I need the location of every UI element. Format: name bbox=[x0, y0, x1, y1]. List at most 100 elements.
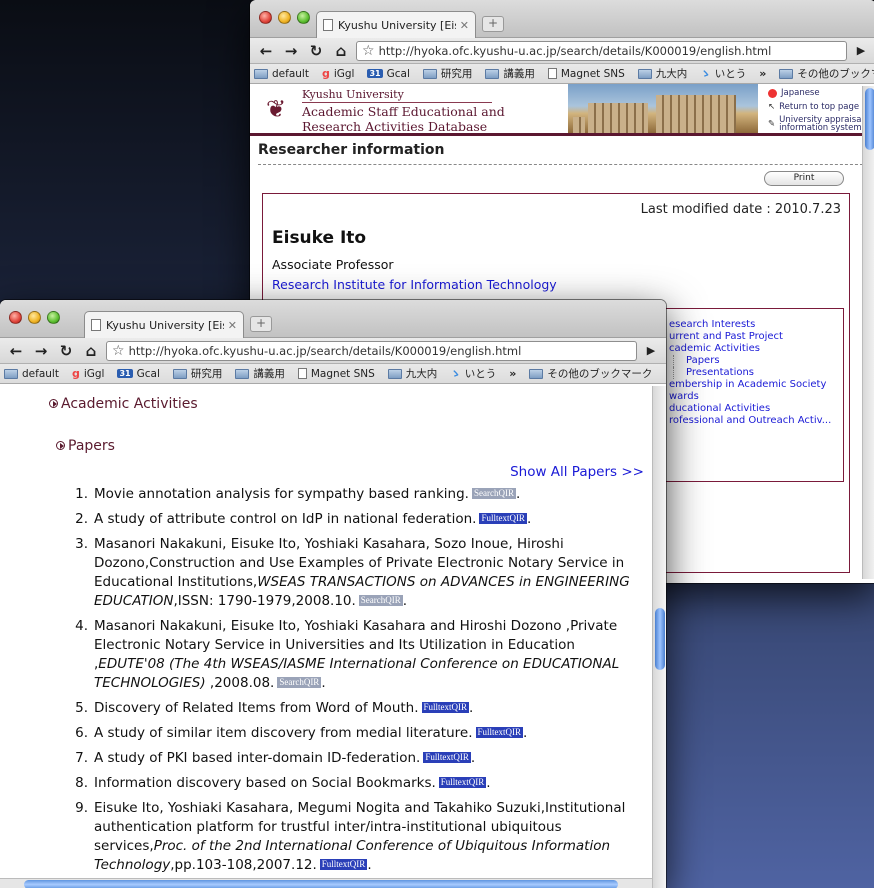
bookmark-lecture[interactable]: 講義用 bbox=[235, 366, 285, 381]
bookmark-research[interactable]: 研究用 bbox=[172, 366, 222, 381]
toc-item[interactable]: urrent and Past Project bbox=[669, 331, 843, 343]
back-arrow-icon[interactable]: ← bbox=[256, 42, 276, 60]
bookmarks-overflow-button[interactable]: » bbox=[759, 67, 766, 80]
qir-badge[interactable]: SearchQIR bbox=[471, 488, 516, 499]
browser-tab[interactable]: Kyushu University [Eisuke Ito ✕ bbox=[316, 11, 476, 38]
show-all-papers-link[interactable]: Show All Papers >> bbox=[510, 464, 644, 480]
toc-subitem[interactable]: Papers bbox=[673, 355, 843, 367]
paper-end: . bbox=[367, 857, 372, 873]
back-arrow-icon[interactable]: ← bbox=[6, 342, 26, 360]
paper-item: 4. Masanori Nakakuni, Eisuke Ito, Yoshiak… bbox=[62, 617, 632, 693]
paper-citation: Masanori Nakakuni, Eisuke Ito, Yoshiaki … bbox=[94, 617, 632, 693]
toc-item[interactable]: rofessional and Outreach Activ... bbox=[669, 415, 843, 427]
home-icon[interactable]: ⌂ bbox=[331, 42, 351, 60]
star-icon[interactable]: ☆ bbox=[362, 43, 375, 59]
bookmark-label: iGgl bbox=[333, 67, 355, 80]
japanese-link[interactable]: Japanese bbox=[768, 88, 864, 99]
browser-tab[interactable]: Kyushu University [Eisuke Ito ✕ bbox=[84, 311, 244, 338]
zoom-window-button[interactable] bbox=[297, 11, 310, 24]
reload-icon[interactable]: ↻ bbox=[306, 42, 326, 60]
paper-citation: Movie annotation analysis for sympathy b… bbox=[94, 485, 632, 504]
qir-badge[interactable]: SearchQIR bbox=[358, 595, 403, 606]
toc-item[interactable]: embership in Academic Society bbox=[669, 379, 843, 391]
close-window-button[interactable] bbox=[9, 311, 22, 324]
google-icon: g bbox=[71, 367, 80, 380]
paper-text: Information discovery based on Social Bo… bbox=[94, 775, 436, 791]
close-window-button[interactable] bbox=[259, 11, 272, 24]
print-button[interactable]: Print bbox=[764, 171, 844, 186]
toc-item[interactable]: esearch Interests bbox=[669, 319, 843, 331]
forward-arrow-icon[interactable]: → bbox=[31, 342, 51, 360]
bookmark-iggl[interactable]: g iGgl bbox=[72, 367, 105, 380]
paper-number: 4. bbox=[75, 618, 88, 634]
bookmark-research[interactable]: 研究用 bbox=[422, 66, 472, 81]
toc-item[interactable]: ducational Activities bbox=[669, 403, 843, 415]
reload-icon[interactable]: ↻ bbox=[56, 342, 76, 360]
address-bar[interactable]: ☆ http://hyoka.ofc.kyushu-u.ac.jp/search… bbox=[356, 40, 847, 61]
new-tab-button[interactable]: + bbox=[250, 316, 272, 332]
qir-badge[interactable]: FulltextQIR bbox=[475, 727, 524, 738]
folder-icon bbox=[387, 368, 402, 379]
page-menu-icon[interactable]: ▶ bbox=[852, 44, 870, 57]
paper-end: . bbox=[402, 593, 408, 609]
minimize-window-button[interactable] bbox=[28, 311, 41, 324]
scroll-thumb[interactable] bbox=[24, 880, 618, 888]
papers-heading: Papers bbox=[56, 438, 115, 454]
scroll-thumb[interactable] bbox=[655, 608, 665, 670]
address-bar[interactable]: ☆ http://hyoka.ofc.kyushu-u.ac.jp/search… bbox=[106, 340, 637, 361]
page-menu-icon[interactable]: ▶ bbox=[642, 344, 660, 357]
bookmark-kyudai[interactable]: 九大内 bbox=[387, 366, 438, 381]
vertical-scrollbar[interactable] bbox=[652, 386, 666, 888]
return-top-link[interactable]: ↖ Return to top page bbox=[768, 102, 864, 113]
star-icon[interactable]: ☆ bbox=[112, 343, 125, 359]
paper-item: 5. Discovery of Related Items from Word o… bbox=[62, 699, 632, 718]
bookmark-other[interactable]: その他のブックマーク bbox=[529, 366, 652, 381]
bookmark-ito[interactable]: ゝいとう bbox=[450, 366, 496, 381]
forward-arrow-icon[interactable]: → bbox=[281, 42, 301, 60]
bookmark-magnet[interactable]: Magnet SNS bbox=[547, 68, 625, 80]
bookmark-ito[interactable]: ゝいとう bbox=[700, 66, 746, 81]
qir-badge[interactable]: FulltextQIR bbox=[319, 859, 368, 870]
bookmark-magnet[interactable]: Magnet SNS bbox=[297, 367, 375, 380]
toc-item[interactable]: cademic Activities bbox=[669, 343, 843, 355]
arrow-icon: ↖ bbox=[768, 102, 776, 112]
qir-badge[interactable]: FulltextQIR bbox=[423, 752, 471, 763]
link-icon: ゝ bbox=[450, 368, 461, 380]
vertical-scrollbar[interactable] bbox=[862, 86, 874, 579]
qir-badge[interactable]: SearchQIR bbox=[277, 677, 322, 688]
tab-close-icon[interactable]: ✕ bbox=[228, 319, 237, 332]
bookmark-gcal[interactable]: 31 Gcal bbox=[367, 68, 410, 80]
tab-close-icon[interactable]: ✕ bbox=[460, 19, 469, 32]
papers-list: 1. Movie annotation analysis for sympathy… bbox=[62, 485, 632, 881]
minimize-window-button[interactable] bbox=[278, 11, 291, 24]
toc-item[interactable]: wards bbox=[669, 391, 843, 403]
campus-photo bbox=[568, 84, 758, 133]
bookmark-gcal[interactable]: 31 Gcal bbox=[117, 368, 160, 380]
scroll-thumb[interactable] bbox=[865, 88, 874, 150]
bookmark-kyudai[interactable]: 九大内 bbox=[637, 66, 687, 81]
bookmark-default[interactable]: default bbox=[4, 368, 59, 380]
qir-badge[interactable]: FulltextQIR bbox=[421, 702, 470, 713]
horizontal-scrollbar[interactable] bbox=[0, 878, 652, 888]
bookmark-label: 九大内 bbox=[405, 368, 438, 380]
new-tab-button[interactable]: + bbox=[482, 16, 504, 32]
academic-activities-heading: Academic Activities bbox=[49, 396, 198, 412]
qir-badge[interactable]: FulltextQIR bbox=[479, 513, 527, 524]
calendar-icon: 31 bbox=[117, 369, 133, 378]
bookmarks-overflow-button[interactable]: » bbox=[509, 367, 516, 380]
browser-window-front[interactable]: Kyushu University [Eisuke Ito ✕ + ← → ↻ … bbox=[0, 300, 666, 888]
paper-item: 1. Movie annotation analysis for sympathy… bbox=[62, 485, 632, 504]
zoom-window-button[interactable] bbox=[47, 311, 60, 324]
qir-badge[interactable]: FulltextQIR bbox=[438, 777, 487, 788]
institute-link[interactable]: Research Institute for Information Techn… bbox=[272, 277, 557, 292]
home-icon[interactable]: ⌂ bbox=[81, 342, 101, 360]
appraisal-link[interactable]: ✎ University appraisal information system bbox=[768, 116, 864, 133]
bookmark-other[interactable]: その他のブックマーク bbox=[779, 66, 874, 81]
tab-bar: Kyushu University [Eisuke Ito ✕ + bbox=[0, 300, 666, 338]
bookmark-label: 講義用 bbox=[253, 368, 285, 380]
bookmark-lecture[interactable]: 講義用 bbox=[485, 66, 535, 81]
bookmark-iggl[interactable]: g iGgl bbox=[322, 67, 355, 80]
toc-subitem[interactable]: Presentations bbox=[673, 367, 843, 379]
bookmark-label: Magnet SNS bbox=[310, 367, 375, 380]
bookmark-default[interactable]: default bbox=[254, 68, 309, 80]
